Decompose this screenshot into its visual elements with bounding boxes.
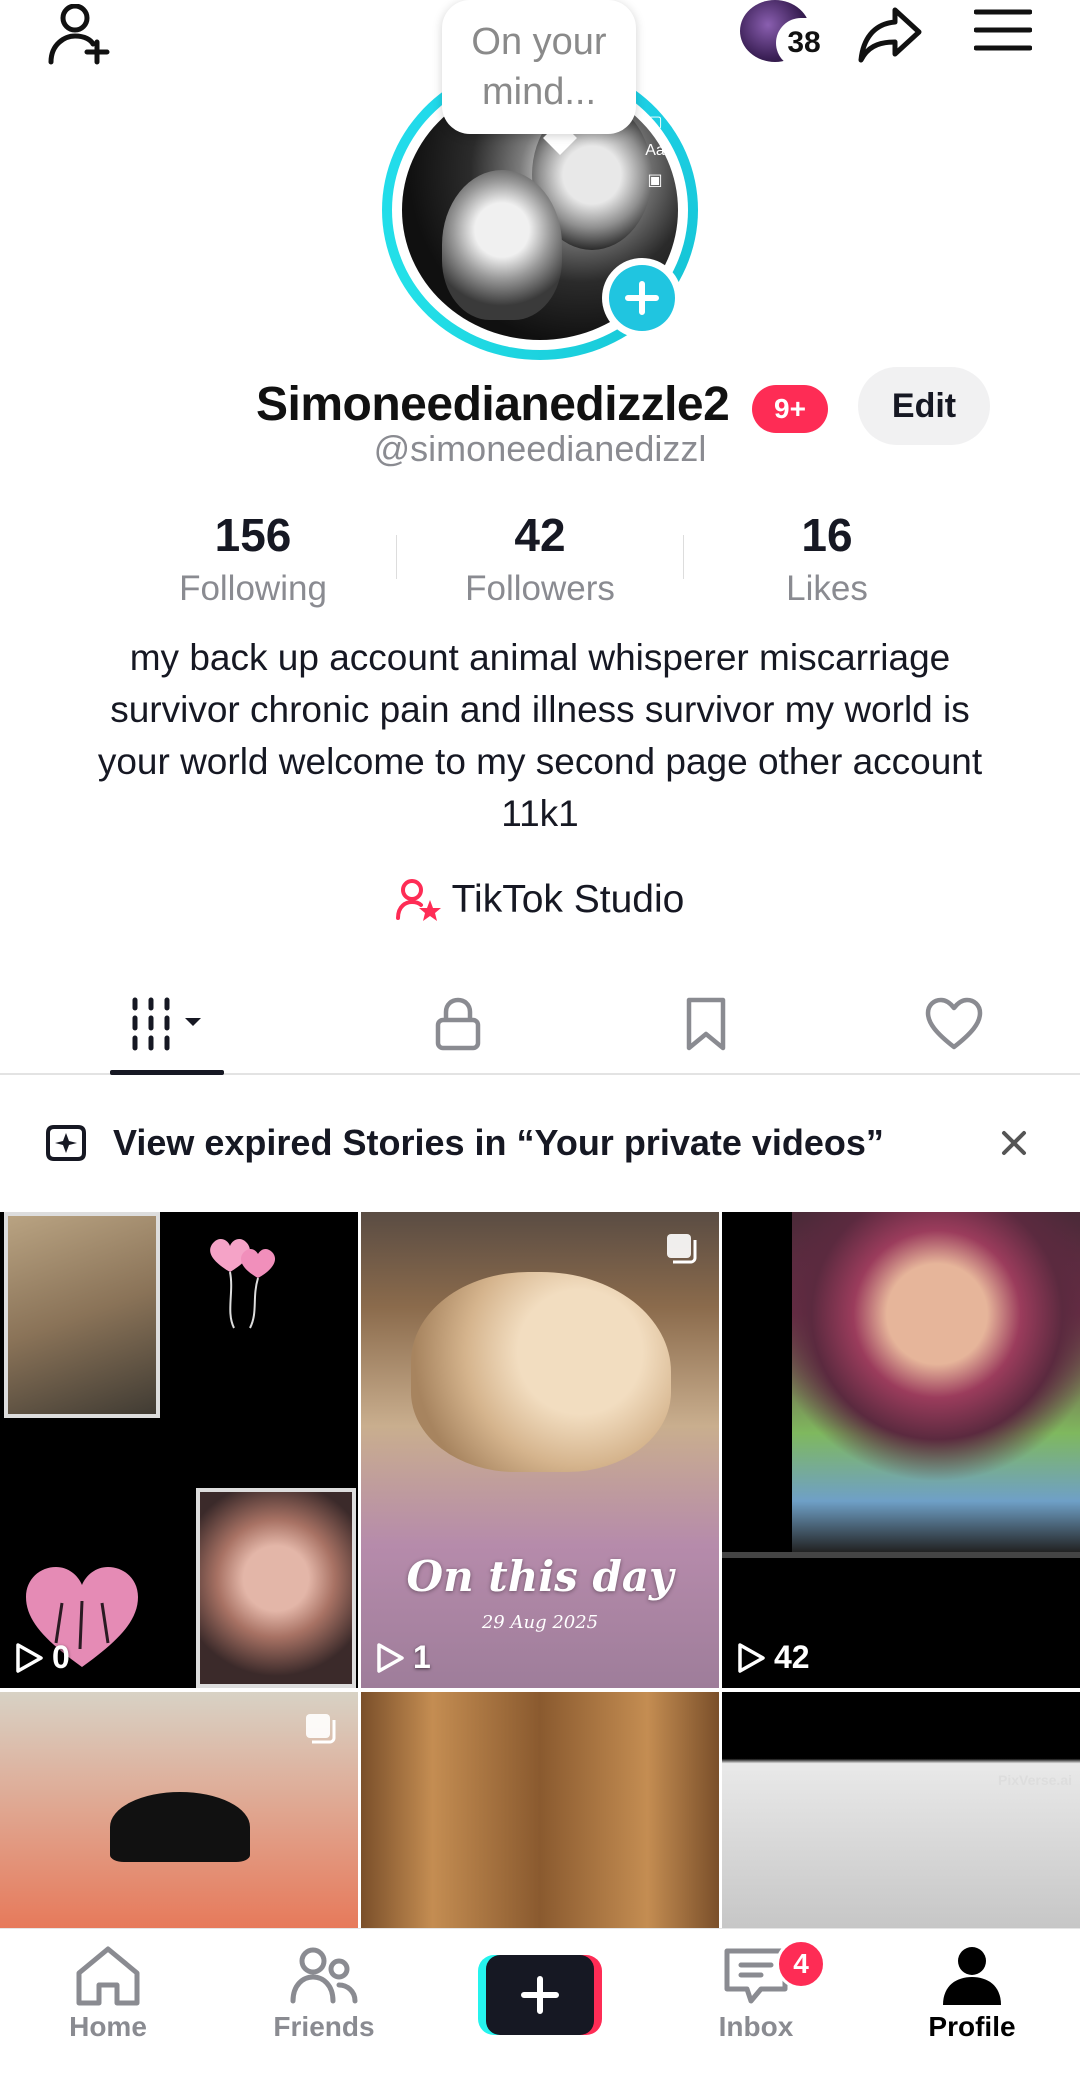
grid-icon: [132, 997, 201, 1051]
tab-videos[interactable]: [0, 975, 334, 1075]
profile-handle: @simoneedianedizzl: [373, 428, 707, 469]
story-count-badge: 38: [776, 18, 832, 68]
lock-icon: [435, 997, 481, 1051]
video-thumbnail[interactable]: [361, 1692, 719, 1928]
on-this-day-date: 29 Aug 2025: [481, 1612, 599, 1633]
menu-icon[interactable]: [965, 0, 1040, 60]
status-prompt-bubble[interactable]: On your mind...: [442, 0, 636, 134]
on-this-day-title: On this day: [406, 1552, 674, 1601]
bottom-navigation: Home Friends Inbox 4 Profile: [0, 1928, 1080, 2080]
video-grid: 0 On this day 29 Aug 2025 1 42 PixVerse.…: [0, 1212, 1080, 1928]
notifications-badge[interactable]: 9+: [752, 385, 828, 433]
play-icon: [16, 1642, 43, 1673]
video-thumbnail[interactable]: On this day 29 Aug 2025 1: [361, 1212, 719, 1688]
add-story-button[interactable]: [602, 258, 682, 338]
share-icon[interactable]: [850, 0, 930, 70]
story-sparkle-icon: [46, 1125, 86, 1161]
tab-favorites[interactable]: [582, 975, 830, 1073]
profile-icon: [943, 1947, 1001, 2005]
video-thumbnail[interactable]: 0: [0, 1212, 358, 1688]
sticker-icon: ▢: [647, 114, 663, 131]
video-thumbnail[interactable]: 42: [722, 1212, 1080, 1688]
profile-stats: 156 Following 42 Followers 16 Likes: [110, 505, 970, 615]
studio-icon: [395, 879, 441, 921]
nav-profile[interactable]: Profile: [882, 1945, 1062, 2043]
nav-inbox[interactable]: Inbox 4: [666, 1939, 846, 2043]
add-friend-icon[interactable]: [40, 0, 120, 70]
expired-stories-text: View expired Stories in “Your private vi…: [113, 1122, 884, 1163]
photo-carousel-icon: [306, 1714, 336, 1744]
video-thumbnail[interactable]: PixVerse.ai: [722, 1692, 1080, 1928]
close-icon[interactable]: [994, 1123, 1034, 1163]
heart-icon: [925, 997, 983, 1050]
inbox-badge: 4: [776, 1939, 826, 1989]
play-icon: [738, 1642, 765, 1673]
nav-home[interactable]: Home: [18, 1945, 198, 2043]
heart-balloons-icon: [210, 1239, 276, 1329]
tiktok-studio-link[interactable]: TikTok Studio: [0, 870, 1080, 930]
play-icon: [377, 1642, 404, 1673]
story-edit-icons: ▢ Aa ▣: [640, 112, 670, 190]
profile-tabs: [0, 975, 1080, 1075]
plus-icon: [609, 265, 675, 331]
bookmark-icon: [686, 997, 726, 1051]
following-stat[interactable]: 156 Following: [110, 505, 396, 615]
photo-carousel-icon: [667, 1234, 697, 1264]
home-icon: [76, 1946, 140, 2006]
likes-stat[interactable]: 16 Likes: [684, 505, 970, 615]
expired-stories-banner[interactable]: View expired Stories in “Your private vi…: [0, 1108, 1080, 1178]
text-icon: Aa: [645, 142, 665, 159]
tab-private[interactable]: [334, 975, 582, 1073]
create-button[interactable]: [478, 1955, 602, 2035]
effect-icon: ▣: [647, 172, 663, 189]
nav-friends[interactable]: Friends: [234, 1945, 414, 2043]
friends-icon: [290, 1947, 358, 2004]
profile-bio: my back up account animal whisperer misc…: [97, 637, 983, 834]
followers-stat[interactable]: 42 Followers: [397, 505, 683, 615]
tab-liked[interactable]: [830, 975, 1078, 1073]
video-thumbnail[interactable]: [0, 1692, 358, 1928]
watermark: PixVerse.ai: [998, 1772, 1072, 1788]
plus-icon: [486, 1955, 594, 2035]
